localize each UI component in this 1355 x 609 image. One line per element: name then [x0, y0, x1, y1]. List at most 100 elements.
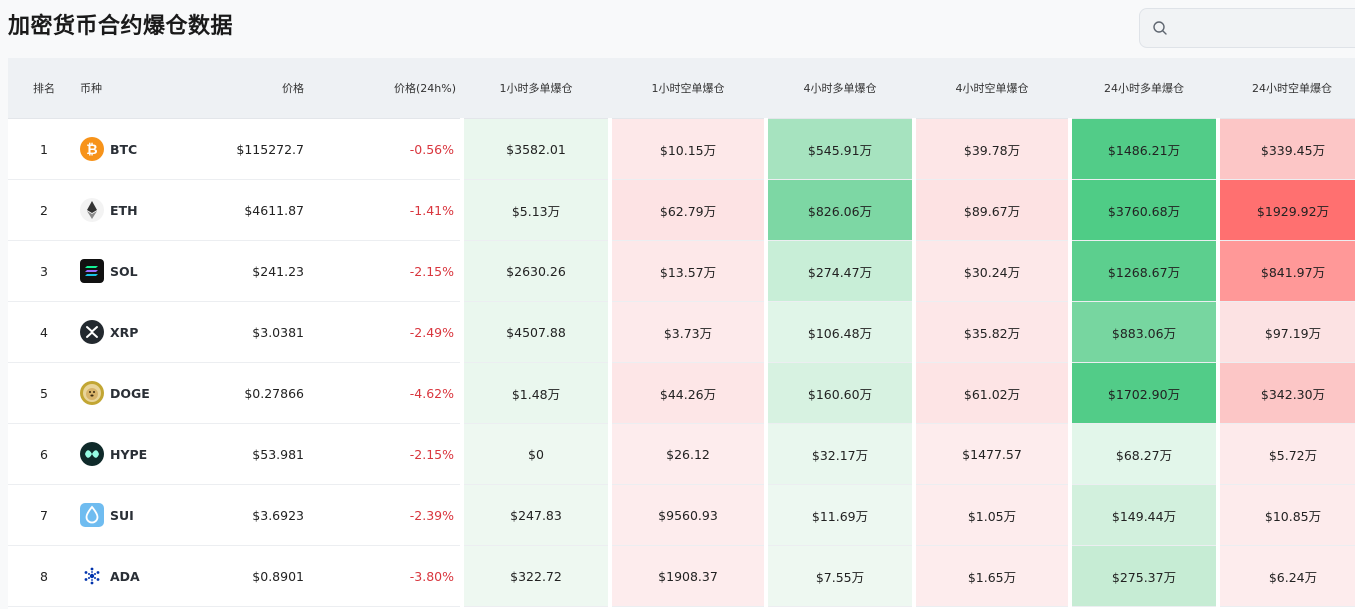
- rank-cell: 1: [8, 118, 80, 180]
- coin-cell[interactable]: ADA: [80, 545, 185, 607]
- coin-cell[interactable]: ETH: [80, 179, 185, 241]
- column-header-price[interactable]: 价格: [185, 58, 316, 119]
- long-4h-cell: $545.91万: [764, 118, 914, 180]
- change-cell: -4.62%: [316, 362, 462, 424]
- liquidation-page: 加密货币合约爆仓数据 排名 币种 价格 价格(24h%) 1小时多单爆仓 1小时…: [0, 0, 1355, 609]
- price-cell: $3.0381: [185, 301, 316, 363]
- coin-cell[interactable]: ₿ BTC: [80, 118, 185, 180]
- coin-symbol: BTC: [110, 141, 138, 157]
- short-1h-cell: $10.15万: [608, 118, 766, 180]
- change-cell: -3.80%: [316, 545, 462, 607]
- liquidation-table-container[interactable]: 排名 币种 价格 价格(24h%) 1小时多单爆仓 1小时空单爆仓 4小时多单爆…: [8, 58, 1355, 609]
- table-row[interactable]: 4 XRP $3.0381 -2.49% $4507.88 $3.73万 $10…: [8, 301, 1355, 363]
- coin-cell[interactable]: XRP: [80, 301, 185, 363]
- long-24h-cell: $68.27万: [1068, 423, 1218, 485]
- search-box[interactable]: [1139, 8, 1355, 48]
- column-header-rank[interactable]: 排名: [8, 58, 80, 119]
- table-row[interactable]: 5 DOGE $0.27866 -4.62% $1.48万 $44.26万 $1…: [8, 362, 1355, 424]
- price-cell: $115272.7: [185, 118, 316, 180]
- long-1h-cell: $3582.01: [460, 118, 610, 180]
- coin-symbol: XRP: [110, 324, 139, 340]
- ethereum-icon: [80, 198, 104, 222]
- table-row[interactable]: 1 ₿ BTC $115272.7 -0.56% $3582.01 $10.15…: [8, 118, 1355, 180]
- coin-cell[interactable]: DOGE: [80, 362, 185, 424]
- coin-cell[interactable]: SOL: [80, 240, 185, 302]
- column-header-coin[interactable]: 币种: [80, 58, 185, 119]
- long-4h-cell: $160.60万: [764, 362, 914, 424]
- change-cell: -1.41%: [316, 179, 462, 241]
- long-24h-cell: $149.44万: [1068, 484, 1218, 546]
- short-24h-cell: $5.72万: [1216, 423, 1355, 485]
- table-row[interactable]: 7 SUI $3.6923 -2.39% $247.83 $9560.93 $1…: [8, 484, 1355, 546]
- search-input[interactable]: [1180, 9, 1355, 47]
- long-1h-cell: $0: [460, 423, 610, 485]
- column-header-short-1h[interactable]: 1小时空单爆仓: [610, 58, 766, 119]
- column-header-change[interactable]: 价格(24h%): [316, 58, 462, 119]
- rank-cell: 4: [8, 301, 80, 363]
- xrp-icon: [80, 320, 104, 344]
- coin-cell[interactable]: SUI: [80, 484, 185, 546]
- short-24h-cell: $97.19万: [1216, 301, 1355, 363]
- short-24h-cell: $1929.92万: [1216, 179, 1355, 241]
- column-header-short-24h[interactable]: 24小时空单爆仓: [1218, 58, 1355, 119]
- table-row[interactable]: 6 HYPE $53.981 -2.15% $0 $26.12 $32.17万: [8, 423, 1355, 485]
- table-row[interactable]: 8 ADA $0.8901 -3.80% $322.72 $1908.37 $7…: [8, 545, 1355, 607]
- short-24h-cell: $10.85万: [1216, 484, 1355, 546]
- short-4h-cell: $1477.57: [912, 423, 1070, 485]
- table-row[interactable]: 2 ETH $4611.87 -1.41% $5.13万 $62.79万 $82…: [8, 179, 1355, 241]
- dogecoin-icon: [80, 381, 104, 405]
- price-cell: $241.23: [185, 240, 316, 302]
- page-title: 加密货币合约爆仓数据: [8, 14, 234, 39]
- long-4h-cell: $274.47万: [764, 240, 914, 302]
- long-24h-cell: $883.06万: [1068, 301, 1218, 363]
- coin-cell[interactable]: HYPE: [80, 423, 185, 485]
- long-1h-cell: $322.72: [460, 545, 610, 607]
- short-4h-cell: $1.05万: [912, 484, 1070, 546]
- liquidation-table: 排名 币种 价格 价格(24h%) 1小时多单爆仓 1小时空单爆仓 4小时多单爆…: [8, 58, 1355, 607]
- short-24h-cell: $339.45万: [1216, 118, 1355, 180]
- table-row[interactable]: 3 SOL $241.23 -2.15% $2630.26 $13.57万 $2…: [8, 240, 1355, 302]
- change-cell: -2.39%: [316, 484, 462, 546]
- rank-cell: 3: [8, 240, 80, 302]
- bitcoin-icon: ₿: [80, 137, 104, 161]
- long-1h-cell: $2630.26: [460, 240, 610, 302]
- short-1h-cell: $26.12: [608, 423, 766, 485]
- cardano-icon: [80, 564, 104, 588]
- long-1h-cell: $5.13万: [460, 179, 610, 241]
- long-4h-cell: $826.06万: [764, 179, 914, 241]
- svg-text:₿: ₿: [86, 142, 97, 158]
- rank-cell: 2: [8, 179, 80, 241]
- search-icon: [1140, 8, 1180, 48]
- table-header-row: 排名 币种 价格 价格(24h%) 1小时多单爆仓 1小时空单爆仓 4小时多单爆…: [8, 58, 1355, 119]
- price-cell: $0.8901: [185, 545, 316, 607]
- coin-symbol: HYPE: [110, 446, 148, 462]
- long-1h-cell: $4507.88: [460, 301, 610, 363]
- price-cell: $4611.87: [185, 179, 316, 241]
- coin-symbol: SOL: [110, 263, 138, 279]
- short-4h-cell: $30.24万: [912, 240, 1070, 302]
- short-24h-cell: $342.30万: [1216, 362, 1355, 424]
- price-cell: $53.981: [185, 423, 316, 485]
- change-cell: -2.49%: [316, 301, 462, 363]
- long-24h-cell: $275.37万: [1068, 545, 1218, 607]
- coin-symbol: DOGE: [110, 385, 150, 401]
- long-4h-cell: $32.17万: [764, 423, 914, 485]
- short-4h-cell: $1.65万: [912, 545, 1070, 607]
- short-24h-cell: $841.97万: [1216, 240, 1355, 302]
- short-1h-cell: $62.79万: [608, 179, 766, 241]
- change-cell: -2.15%: [316, 423, 462, 485]
- short-24h-cell: $6.24万: [1216, 545, 1355, 607]
- rank-cell: 8: [8, 545, 80, 607]
- long-4h-cell: $11.69万: [764, 484, 914, 546]
- long-24h-cell: $1486.21万: [1068, 118, 1218, 180]
- short-4h-cell: $39.78万: [912, 118, 1070, 180]
- long-4h-cell: $106.48万: [764, 301, 914, 363]
- column-header-long-24h[interactable]: 24小时多单爆仓: [1070, 58, 1218, 119]
- column-header-short-4h[interactable]: 4小时空单爆仓: [914, 58, 1070, 119]
- column-header-long-1h[interactable]: 1小时多单爆仓: [462, 58, 610, 119]
- coin-symbol: ADA: [110, 568, 140, 584]
- rank-cell: 7: [8, 484, 80, 546]
- hyperliquid-icon: [80, 442, 104, 466]
- short-1h-cell: $3.73万: [608, 301, 766, 363]
- column-header-long-4h[interactable]: 4小时多单爆仓: [766, 58, 914, 119]
